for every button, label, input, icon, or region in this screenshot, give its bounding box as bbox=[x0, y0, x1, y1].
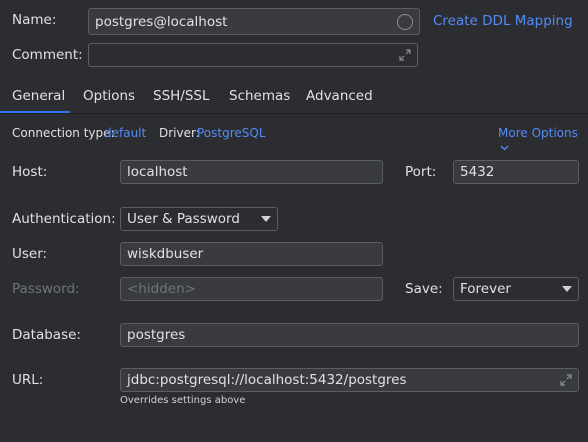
user-value: wiskdbuser bbox=[127, 246, 204, 262]
authentication-label: Authentication: bbox=[12, 211, 116, 227]
save-value: Forever bbox=[460, 281, 511, 297]
tab-options[interactable]: Options bbox=[83, 88, 135, 104]
dropdown-arrow-icon bbox=[562, 286, 572, 292]
driver-link[interactable]: PostgreSQL bbox=[197, 126, 266, 140]
comment-input[interactable] bbox=[88, 43, 418, 67]
url-label: URL: bbox=[12, 372, 44, 388]
url-value: jdbc:postgresql://localhost:5432/postgre… bbox=[127, 372, 407, 388]
database-input[interactable]: postgres bbox=[120, 323, 579, 347]
connection-type-label: Connection type: bbox=[12, 126, 115, 140]
database-value: postgres bbox=[127, 327, 186, 343]
more-options-label: More Options bbox=[498, 126, 578, 140]
status-circle-icon bbox=[397, 14, 413, 30]
database-label: Database: bbox=[12, 327, 81, 343]
driver-label: Driver: bbox=[159, 126, 200, 140]
name-input[interactable]: postgres@localhost bbox=[88, 8, 420, 35]
comment-label: Comment: bbox=[12, 47, 83, 63]
save-select[interactable]: Forever bbox=[453, 277, 579, 301]
url-input[interactable]: jdbc:postgresql://localhost:5432/postgre… bbox=[120, 368, 579, 392]
host-label: Host: bbox=[12, 164, 48, 180]
url-hint: Overrides settings above bbox=[120, 395, 246, 406]
tab-general[interactable]: General bbox=[12, 88, 65, 104]
authentication-value: User & Password bbox=[127, 211, 240, 227]
save-label: Save: bbox=[405, 281, 443, 297]
host-input[interactable]: localhost bbox=[120, 160, 383, 184]
tab-advanced[interactable]: Advanced bbox=[306, 88, 373, 104]
password-input[interactable]: <hidden> bbox=[120, 277, 383, 301]
create-ddl-mapping-link[interactable]: Create DDL Mapping bbox=[433, 13, 573, 29]
expand-icon[interactable] bbox=[560, 374, 572, 386]
connection-type-link[interactable]: default bbox=[104, 126, 146, 140]
password-placeholder: <hidden> bbox=[127, 281, 196, 297]
authentication-select[interactable]: User & Password bbox=[120, 207, 278, 231]
chevron-down-icon bbox=[500, 145, 509, 151]
tab-ssh-ssl[interactable]: SSH/SSL bbox=[153, 88, 210, 104]
dropdown-arrow-icon bbox=[261, 216, 271, 222]
more-options-link[interactable]: More Options bbox=[498, 126, 588, 154]
port-value: 5432 bbox=[460, 164, 495, 180]
tab-schemas[interactable]: Schemas bbox=[229, 88, 290, 104]
tab-separator bbox=[0, 113, 588, 114]
user-label: User: bbox=[12, 246, 48, 262]
name-value: postgres@localhost bbox=[95, 13, 228, 30]
port-input[interactable]: 5432 bbox=[453, 160, 579, 184]
host-value: localhost bbox=[127, 164, 188, 180]
expand-icon[interactable] bbox=[399, 49, 411, 61]
name-label: Name: bbox=[12, 12, 57, 28]
port-label: Port: bbox=[405, 164, 437, 180]
user-input[interactable]: wiskdbuser bbox=[120, 242, 383, 266]
password-label: Password: bbox=[12, 281, 80, 297]
